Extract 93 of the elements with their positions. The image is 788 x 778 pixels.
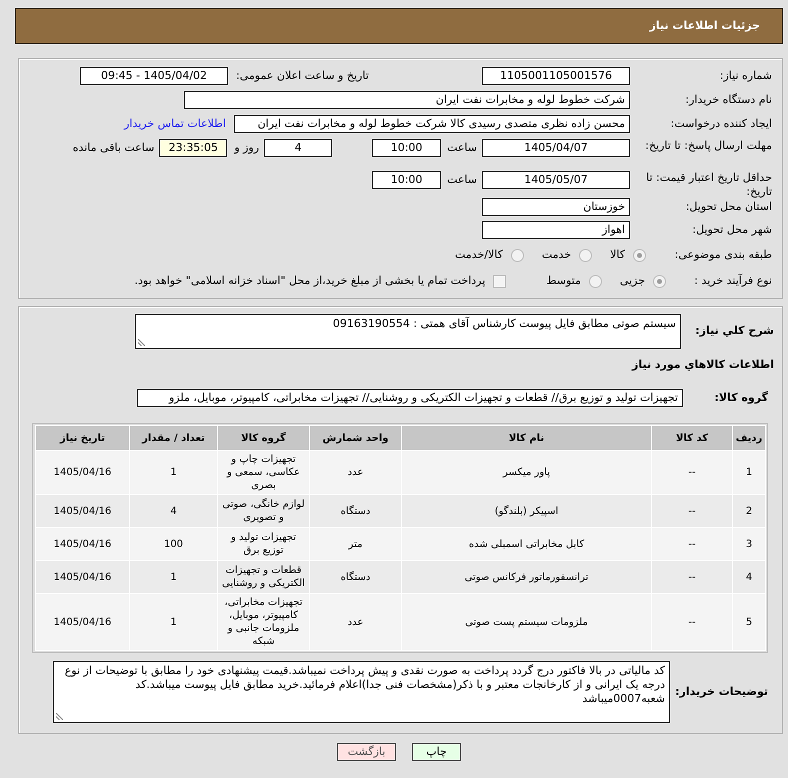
table-cell: ترانسفورماتور فرکانس صوتی	[402, 561, 651, 593]
remaining-time-field[interactable]: 23:35:05	[159, 139, 228, 157]
column-header: گروه کالا	[218, 426, 309, 450]
resize-grip-icon[interactable]	[138, 339, 145, 346]
table-cell: قطعات و تجهیزات الکتریکی و روشنایی	[218, 561, 309, 593]
table-cell: 1405/04/16	[36, 561, 129, 593]
option-label: خدمت	[542, 248, 572, 262]
table-cell: ملزومات سیستم پست صوتی	[402, 594, 651, 650]
option-label: کالا	[610, 248, 625, 262]
table-cell: 1	[130, 594, 217, 650]
requester-field[interactable]: محسن زاده نظری متصدی رسیدی کالا شرکت خطوط لوله و مخابرات نفت ایران	[234, 115, 630, 133]
table-cell: تجهیزات چاپ و عکاسی، سمعی و بصری	[218, 451, 309, 494]
print-button[interactable]: چاپ	[412, 743, 461, 761]
description-field[interactable]: سیستم صوتی مطابق فایل پیوست کارشناس آقای همتی : 09163190554	[135, 314, 681, 349]
table-cell: 2	[733, 495, 765, 527]
field-label: گروه کالا:	[714, 391, 768, 405]
table-cell: تجهیزات مخابراتی، کامپیوتر، موبایل، ملزومات جانبی و شبکه	[218, 594, 309, 650]
radio-button[interactable]	[579, 248, 592, 262]
days-field[interactable]: 4	[264, 139, 332, 157]
table-cell: کابل مخابراتی اسمبلی شده	[402, 528, 651, 560]
table-cell: --	[652, 594, 732, 650]
field-label: ایجاد کننده درخواست:	[670, 117, 772, 131]
checkbox-label: پرداخت تمام یا بخشی از مبلغ خرید،از محل "اسناد خزانه اسلامی" خواهد بود.	[134, 274, 486, 288]
goods-group-field[interactable]: تجهیزات تولید و توزیع برق// قطعات و تجهیزات الکتریکی و روشنایی// تجهیزات مخابراتی، کامپیوتر، موبایل، ملزو	[137, 389, 683, 407]
back-button[interactable]: بازگشت	[337, 743, 396, 761]
field-label: نوع فرآیند خرید :	[694, 274, 772, 288]
province-field[interactable]: خوزستان	[482, 198, 630, 216]
radio-button[interactable]	[633, 248, 646, 262]
field-label: ساعت باقی مانده	[72, 141, 154, 155]
field-label: شماره نیاز:	[720, 69, 772, 83]
option-label: جزیی	[620, 274, 645, 288]
city-field[interactable]: اهواز	[482, 221, 630, 239]
column-header: نام کالا	[402, 426, 651, 450]
field-label: مهلت ارسال پاسخ: تا تاریخ:	[645, 139, 772, 153]
table-cell: 1	[130, 561, 217, 593]
date-field[interactable]: 1405/04/07	[482, 139, 630, 157]
table-cell: 4	[733, 561, 765, 593]
table-cell: پاور میکسر	[402, 451, 651, 494]
checkbox[interactable]	[493, 274, 506, 288]
table-cell: 1405/04/16	[36, 594, 129, 650]
table-cell: متر	[310, 528, 401, 560]
table-cell: لوازم خانگی، صوتی و تصویری	[218, 495, 309, 527]
resize-grip-icon[interactable]	[56, 713, 63, 720]
need-number-field[interactable]: 1105001105001576	[482, 67, 630, 85]
radio-button[interactable]	[653, 274, 666, 288]
table-cell: عدد	[310, 451, 401, 494]
option-label: متوسط	[546, 274, 581, 288]
radio-button[interactable]	[510, 248, 524, 262]
table-cell: تجهیزات تولید و توزیع برق	[218, 528, 309, 560]
field-label: روز و	[234, 141, 260, 155]
table-cell: اسپیکر (بلندگو)	[402, 495, 651, 527]
table-cell: 3	[733, 528, 765, 560]
table-cell: 4	[130, 495, 217, 527]
table-cell: 1405/04/16	[36, 495, 129, 527]
column-header: تعداد / مقدار	[130, 426, 217, 450]
column-header: ردیف	[733, 426, 765, 450]
table-cell: دستگاه	[310, 495, 401, 527]
table-cell: --	[652, 528, 732, 560]
table-cell: 5	[733, 594, 765, 650]
time-field[interactable]: 10:00	[372, 171, 442, 189]
table-cell: --	[652, 561, 732, 593]
radio-button[interactable]	[588, 274, 602, 288]
buyer-org-field[interactable]: شرکت خطوط لوله و مخابرات نفت ایران	[184, 91, 630, 109]
field-label: استان محل تحویل:	[686, 200, 772, 214]
date-field[interactable]: 1405/05/07	[482, 171, 630, 189]
table-cell: --	[652, 495, 732, 527]
column-header: واحد شمارش	[310, 426, 401, 450]
buyer-notes-field[interactable]: کد مالیاتی در بالا فاکتور درج گردد پرداخت به صورت نقدی و پیش پرداخت نمیباشد.قیمت پیشنهادی خود را مطابق با توضیحات از نوع درجه یک ایرانی و از کارخانجات معتبر و با ذکر(مشخصات فنی جدا)اعلام فرمائید.خرید مطابق فایل پیوست میباشد.کد شعبه0007میباشد	[53, 661, 670, 723]
table-cell: 1	[733, 451, 765, 494]
field-label: شهر محل تحویل:	[692, 223, 772, 237]
announcement-date-field[interactable]: 1405/04/02 - 09:45	[80, 67, 228, 85]
field-label: ساعت	[447, 173, 477, 187]
column-header: کد کالا	[652, 426, 732, 450]
contact-link[interactable]: اطلاعات تماس خریدار	[124, 117, 226, 131]
field-label: نام دستگاه خریدار:	[685, 93, 772, 107]
option-label: کالا/خدمت	[455, 248, 503, 262]
field-label: توضیحات خریدار:	[675, 685, 768, 699]
table-cell: 1405/04/16	[36, 451, 129, 494]
field-label: ساعت	[447, 141, 477, 155]
header-title: جزئیات اطلاعات نیاز	[650, 18, 760, 34]
table-cell: دستگاه	[310, 561, 401, 593]
section-title: اطلاعات کالاهاي مورد نیاز	[632, 358, 774, 372]
field-label: تاریخ و ساعت اعلان عمومی:	[236, 69, 369, 83]
field-label: شرح کلي نیاز:	[695, 324, 774, 338]
table-cell: 1	[130, 451, 217, 494]
field-label: حداقل تاریخ اعتبار قیمت: تا تاریخ:	[645, 171, 772, 199]
time-field[interactable]: 10:00	[372, 139, 442, 157]
column-header: تاریخ نیاز	[36, 426, 129, 450]
table-cell: --	[652, 451, 732, 494]
table-cell: 100	[130, 528, 217, 560]
table-cell: عدد	[310, 594, 401, 650]
field-label: طبقه بندی موضوعی:	[674, 248, 772, 262]
table-cell: 1405/04/16	[36, 528, 129, 560]
